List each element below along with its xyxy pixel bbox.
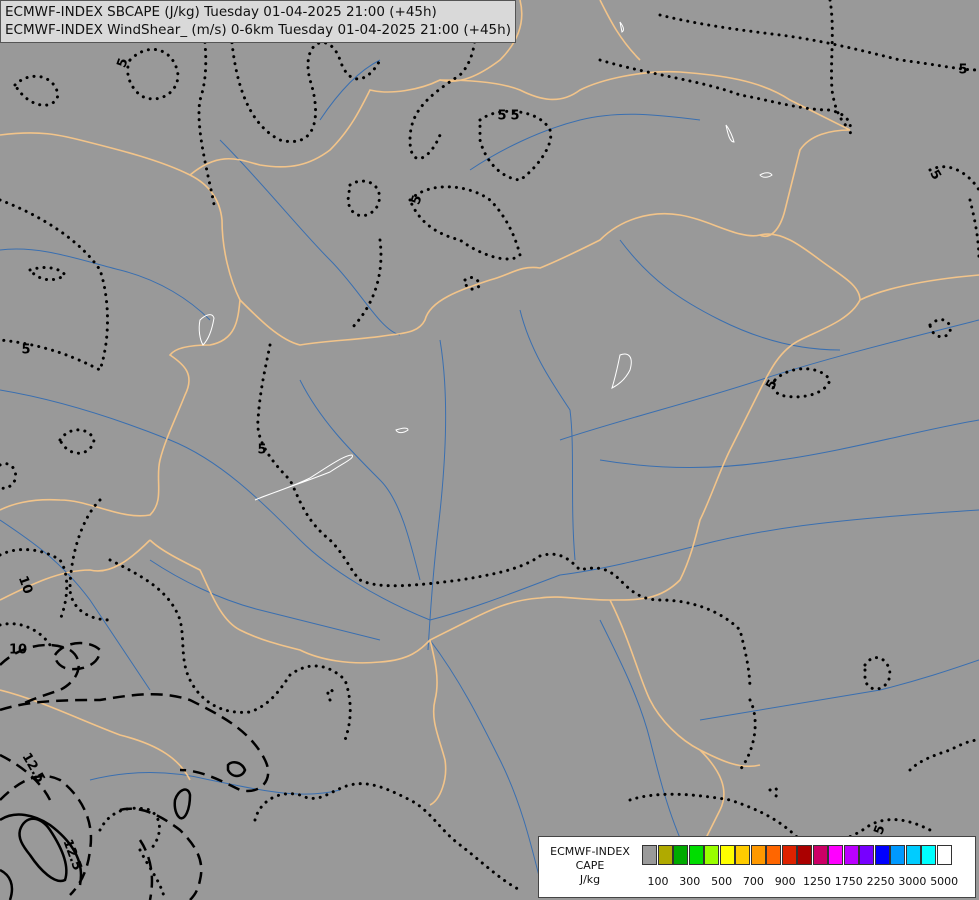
legend-swatch bbox=[719, 845, 735, 865]
legend-tick: 300 bbox=[679, 875, 701, 888]
legend-swatch bbox=[642, 845, 657, 865]
legend-tick: 500 bbox=[711, 875, 733, 888]
weather-map: 555555555101012.512.55 bbox=[0, 0, 979, 900]
legend-swatch bbox=[843, 845, 859, 865]
legend-swatch bbox=[657, 845, 673, 865]
legend-swatch bbox=[673, 845, 688, 865]
legend-swatch bbox=[688, 845, 704, 865]
legend-tick: 700 bbox=[742, 875, 764, 888]
legend-tick: 3000 bbox=[898, 875, 927, 888]
contour-label: 5 bbox=[510, 109, 519, 124]
cape-legend: ECMWF-INDEX CAPE J/kg 100 300 500 700 900 125… bbox=[538, 836, 976, 898]
legend-swatch bbox=[704, 845, 719, 865]
legend-swatch bbox=[890, 845, 905, 865]
legend-swatch bbox=[921, 845, 936, 865]
legend-swatch bbox=[812, 845, 828, 865]
legend-swatch bbox=[735, 845, 750, 865]
legend-swatch bbox=[905, 845, 921, 865]
legend-tick: 1750 bbox=[834, 875, 863, 888]
contour-label: 5 bbox=[257, 443, 266, 458]
title-windshear: ECMWF-INDEX WindShear_ (m/s) 0-6km Tuesd… bbox=[5, 22, 511, 38]
map-background bbox=[0, 0, 979, 900]
contour-label: 10 bbox=[9, 643, 27, 658]
legend-variable: CAPE bbox=[575, 859, 605, 872]
legend-label: ECMWF-INDEX CAPE J/kg bbox=[542, 845, 638, 887]
map-title-box: ECMWF-INDEX SBCAPE (J/kg) Tuesday 01-04-… bbox=[0, 0, 516, 43]
legend-swatch bbox=[766, 845, 781, 865]
legend-swatch bbox=[859, 845, 874, 865]
contour-label: 5 bbox=[21, 343, 30, 358]
legend-tick: 5000 bbox=[930, 875, 959, 888]
legend-source: ECMWF-INDEX bbox=[550, 845, 630, 858]
legend-tick: 100 bbox=[647, 875, 669, 888]
legend-swatch bbox=[936, 845, 952, 865]
legend-swatch bbox=[750, 845, 766, 865]
legend-swatch bbox=[828, 845, 843, 865]
contour-label: 5 bbox=[958, 63, 967, 78]
legend-swatch bbox=[797, 845, 812, 865]
legend-swatch bbox=[781, 845, 797, 865]
contour-label: 5 bbox=[497, 109, 506, 124]
legend-tick: 1250 bbox=[803, 875, 831, 888]
legend-tick: 900 bbox=[774, 875, 796, 888]
title-sbcape: ECMWF-INDEX SBCAPE (J/kg) Tuesday 01-04-… bbox=[5, 4, 437, 20]
legend-swatch bbox=[874, 845, 890, 865]
legend-unit: J/kg bbox=[579, 873, 601, 886]
legend-tick: 2250 bbox=[866, 875, 895, 888]
